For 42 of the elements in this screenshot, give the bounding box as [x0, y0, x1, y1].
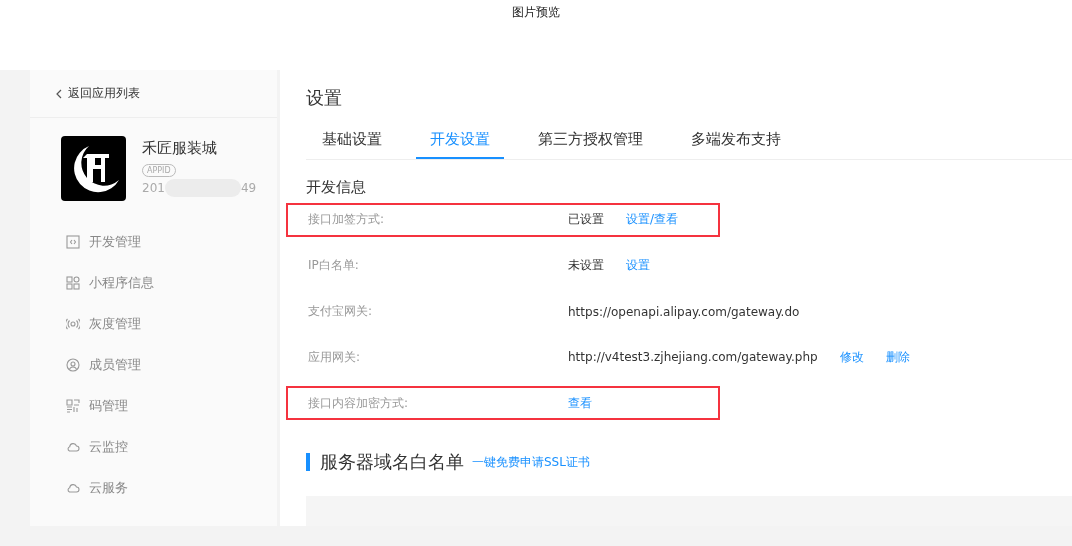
action-link[interactable]: 修改 [839, 348, 864, 366]
field-value: 未设置 [568, 257, 604, 275]
sidebar-item[interactable]: 小程序信息 [89, 273, 154, 292]
field-value: http://v4test3.zjhejiang.com/gateway.php [568, 350, 818, 365]
sidebar-item[interactable]: 灰度管理 [89, 314, 141, 333]
field-label: IP白名单: [308, 257, 360, 275]
appid-start: 201 [142, 181, 165, 195]
tab[interactable]: 第三方授权管理 [538, 130, 643, 159]
field-value: 已设置 [568, 211, 604, 229]
field-label: 应用网关: [308, 348, 362, 366]
sidebar-item[interactable]: 开发管理 [89, 232, 141, 251]
code-icon [66, 234, 80, 249]
action-link[interactable]: 查看 [568, 394, 592, 412]
user-icon [66, 357, 80, 372]
field-value: https://openapi.alipay.com/gateway.do [568, 304, 800, 319]
sidebar-item[interactable]: 云服务 [89, 478, 128, 497]
sidebar-item[interactable]: 码管理 [89, 396, 128, 415]
tab[interactable]: 开发设置 [416, 130, 504, 159]
field-label: 支付宝网关: [308, 303, 374, 321]
qr-code-icon [66, 398, 80, 413]
section-marker [306, 453, 310, 472]
action-link[interactable]: 设置/查看 [626, 211, 679, 229]
grid-icon [66, 275, 80, 290]
window-title: 图片预览 [512, 4, 560, 21]
action-link[interactable]: 删除 [885, 348, 910, 366]
field-label: 接口内容加密方式: [308, 394, 410, 412]
section-title: 开发信息 [306, 178, 366, 197]
appid-end: 49 [240, 181, 257, 195]
section-heading: 服务器域名白名单 [320, 450, 464, 475]
sidebar-item[interactable]: 成员管理 [89, 355, 141, 374]
chevron-left-icon [56, 88, 62, 99]
ssl-link[interactable]: 一键免费申请SSL证书 [472, 453, 590, 471]
tab[interactable]: 基础设置 [322, 130, 382, 159]
signal-icon [66, 316, 80, 331]
field-label: 接口加签方式: [308, 211, 386, 229]
back-link[interactable]: 返回应用列表 [56, 85, 140, 102]
app-name: 禾匠服装城 [142, 139, 217, 158]
page-title: 设置 [306, 86, 342, 110]
sidebar-item[interactable]: 云监控 [89, 437, 128, 456]
app-logo-icon [61, 136, 126, 201]
tab[interactable]: 多端发布支持 [691, 130, 781, 159]
action-link[interactable]: 设置 [626, 257, 650, 275]
